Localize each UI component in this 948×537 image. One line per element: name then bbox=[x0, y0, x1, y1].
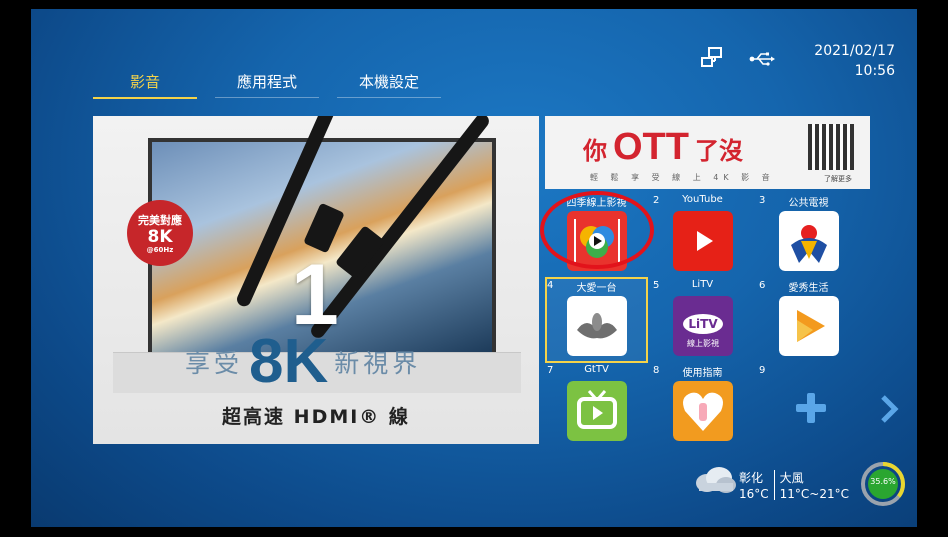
memory-gauge[interactable]: 35.6% bbox=[860, 461, 906, 507]
qr-code-icon bbox=[808, 124, 854, 170]
tile-label: LiTV bbox=[691, 279, 714, 290]
cloud-icon bbox=[696, 467, 736, 493]
ott-text-a: 你 bbox=[583, 137, 607, 165]
app-tile-litv[interactable]: 5 LiTV LiTV 線上影視 bbox=[651, 277, 754, 363]
network-icon bbox=[701, 47, 722, 67]
app-tile-pts[interactable]: 3 公共電視 bbox=[757, 192, 860, 278]
litv-brand-text: LiTV bbox=[688, 317, 718, 331]
home-screen: 影音 應用程式 本機設定 2021/02/17 10:56 完美對應 8K @6… bbox=[31, 9, 917, 527]
8k-badge: 完美對應 8K @60Hz bbox=[127, 200, 193, 266]
weather-condition: 大風 bbox=[779, 471, 804, 485]
tile-number: 9 bbox=[759, 365, 766, 376]
weather-range: 11°C~21°C bbox=[779, 487, 850, 501]
hdmi-promo-banner[interactable]: 完美對應 8K @60Hz 1 享受 8K 新視界 超高速 HDMI® 線 bbox=[93, 116, 539, 444]
tab-media[interactable]: 影音 bbox=[93, 69, 197, 99]
tile-label: 使用指南 bbox=[682, 368, 723, 379]
clock-date: 2021/02/17 bbox=[814, 43, 895, 59]
daai-icon bbox=[567, 296, 627, 356]
slogan-highlight: 8K bbox=[249, 327, 329, 396]
litv-sub-text: 線上影視 bbox=[687, 338, 719, 348]
clock-time: 10:56 bbox=[854, 63, 895, 79]
pts-icon bbox=[779, 211, 839, 271]
app-tile-aixiu[interactable]: 6 愛秀生活 bbox=[757, 277, 860, 363]
chevron-right-icon[interactable] bbox=[879, 394, 899, 424]
highlight-circle-annotation bbox=[540, 191, 654, 269]
qr-caption: 了解更多 bbox=[824, 175, 852, 183]
aixiu-icon bbox=[779, 296, 839, 356]
tile-label: GtTV bbox=[584, 364, 609, 375]
weather-widget: 彰化 16°C 大風 11°C~21°C bbox=[739, 470, 849, 502]
slogan-suffix: 新視界 bbox=[334, 348, 422, 378]
add-icon[interactable] bbox=[796, 393, 826, 423]
slogan-prefix: 享受 bbox=[185, 348, 244, 378]
weather-city: 彰化 bbox=[739, 471, 764, 485]
ott-text-b: OTT bbox=[613, 126, 689, 168]
tab-bar: 影音 應用程式 本機設定 bbox=[93, 69, 441, 99]
youtube-icon bbox=[673, 211, 733, 271]
ott-subtitle: 輕 鬆 享 受 線 上 4K 影 音 bbox=[590, 173, 775, 182]
app-tile-guide[interactable]: 8 使用指南 bbox=[651, 362, 754, 448]
app-tile-youtube[interactable]: 2 YouTube bbox=[651, 192, 754, 278]
badge-line1: 完美對應 bbox=[138, 214, 182, 227]
app-tile-gttv[interactable]: 7 GtTV bbox=[545, 362, 648, 448]
ott-text-c: 了沒 bbox=[694, 137, 743, 165]
tile-label: YouTube bbox=[682, 194, 723, 205]
tile-label: 愛秀生活 bbox=[788, 283, 829, 294]
weather-temp: 16°C bbox=[739, 487, 769, 501]
tile-label: 公共電視 bbox=[788, 198, 829, 209]
ott-promo-banner[interactable]: 你 OTT 了沒 輕 鬆 享 受 線 上 4K 影 音 了解更多 bbox=[545, 116, 870, 189]
hdmi-tagline: 超高速 HDMI® 線 bbox=[222, 406, 410, 428]
banner-slogan: 享受 8K 新視界 bbox=[185, 326, 421, 397]
gauge-value: 35.6% bbox=[870, 477, 896, 486]
ott-headline: 你 OTT 了沒 bbox=[583, 126, 743, 169]
tile-label: 大愛一台 bbox=[576, 283, 617, 294]
clock: 2021/02/17 10:56 bbox=[814, 41, 895, 81]
tab-apps[interactable]: 應用程式 bbox=[215, 69, 319, 98]
guide-icon bbox=[673, 381, 733, 441]
app-tile-daai[interactable]: 4 大愛一台 bbox=[545, 277, 648, 363]
litv-icon: LiTV 線上影視 bbox=[673, 296, 733, 356]
usb-icon bbox=[749, 52, 775, 66]
gttv-icon bbox=[567, 381, 627, 441]
badge-line3: @60Hz bbox=[146, 246, 174, 254]
badge-line2: 8K bbox=[147, 227, 173, 247]
tab-settings[interactable]: 本機設定 bbox=[337, 69, 441, 98]
